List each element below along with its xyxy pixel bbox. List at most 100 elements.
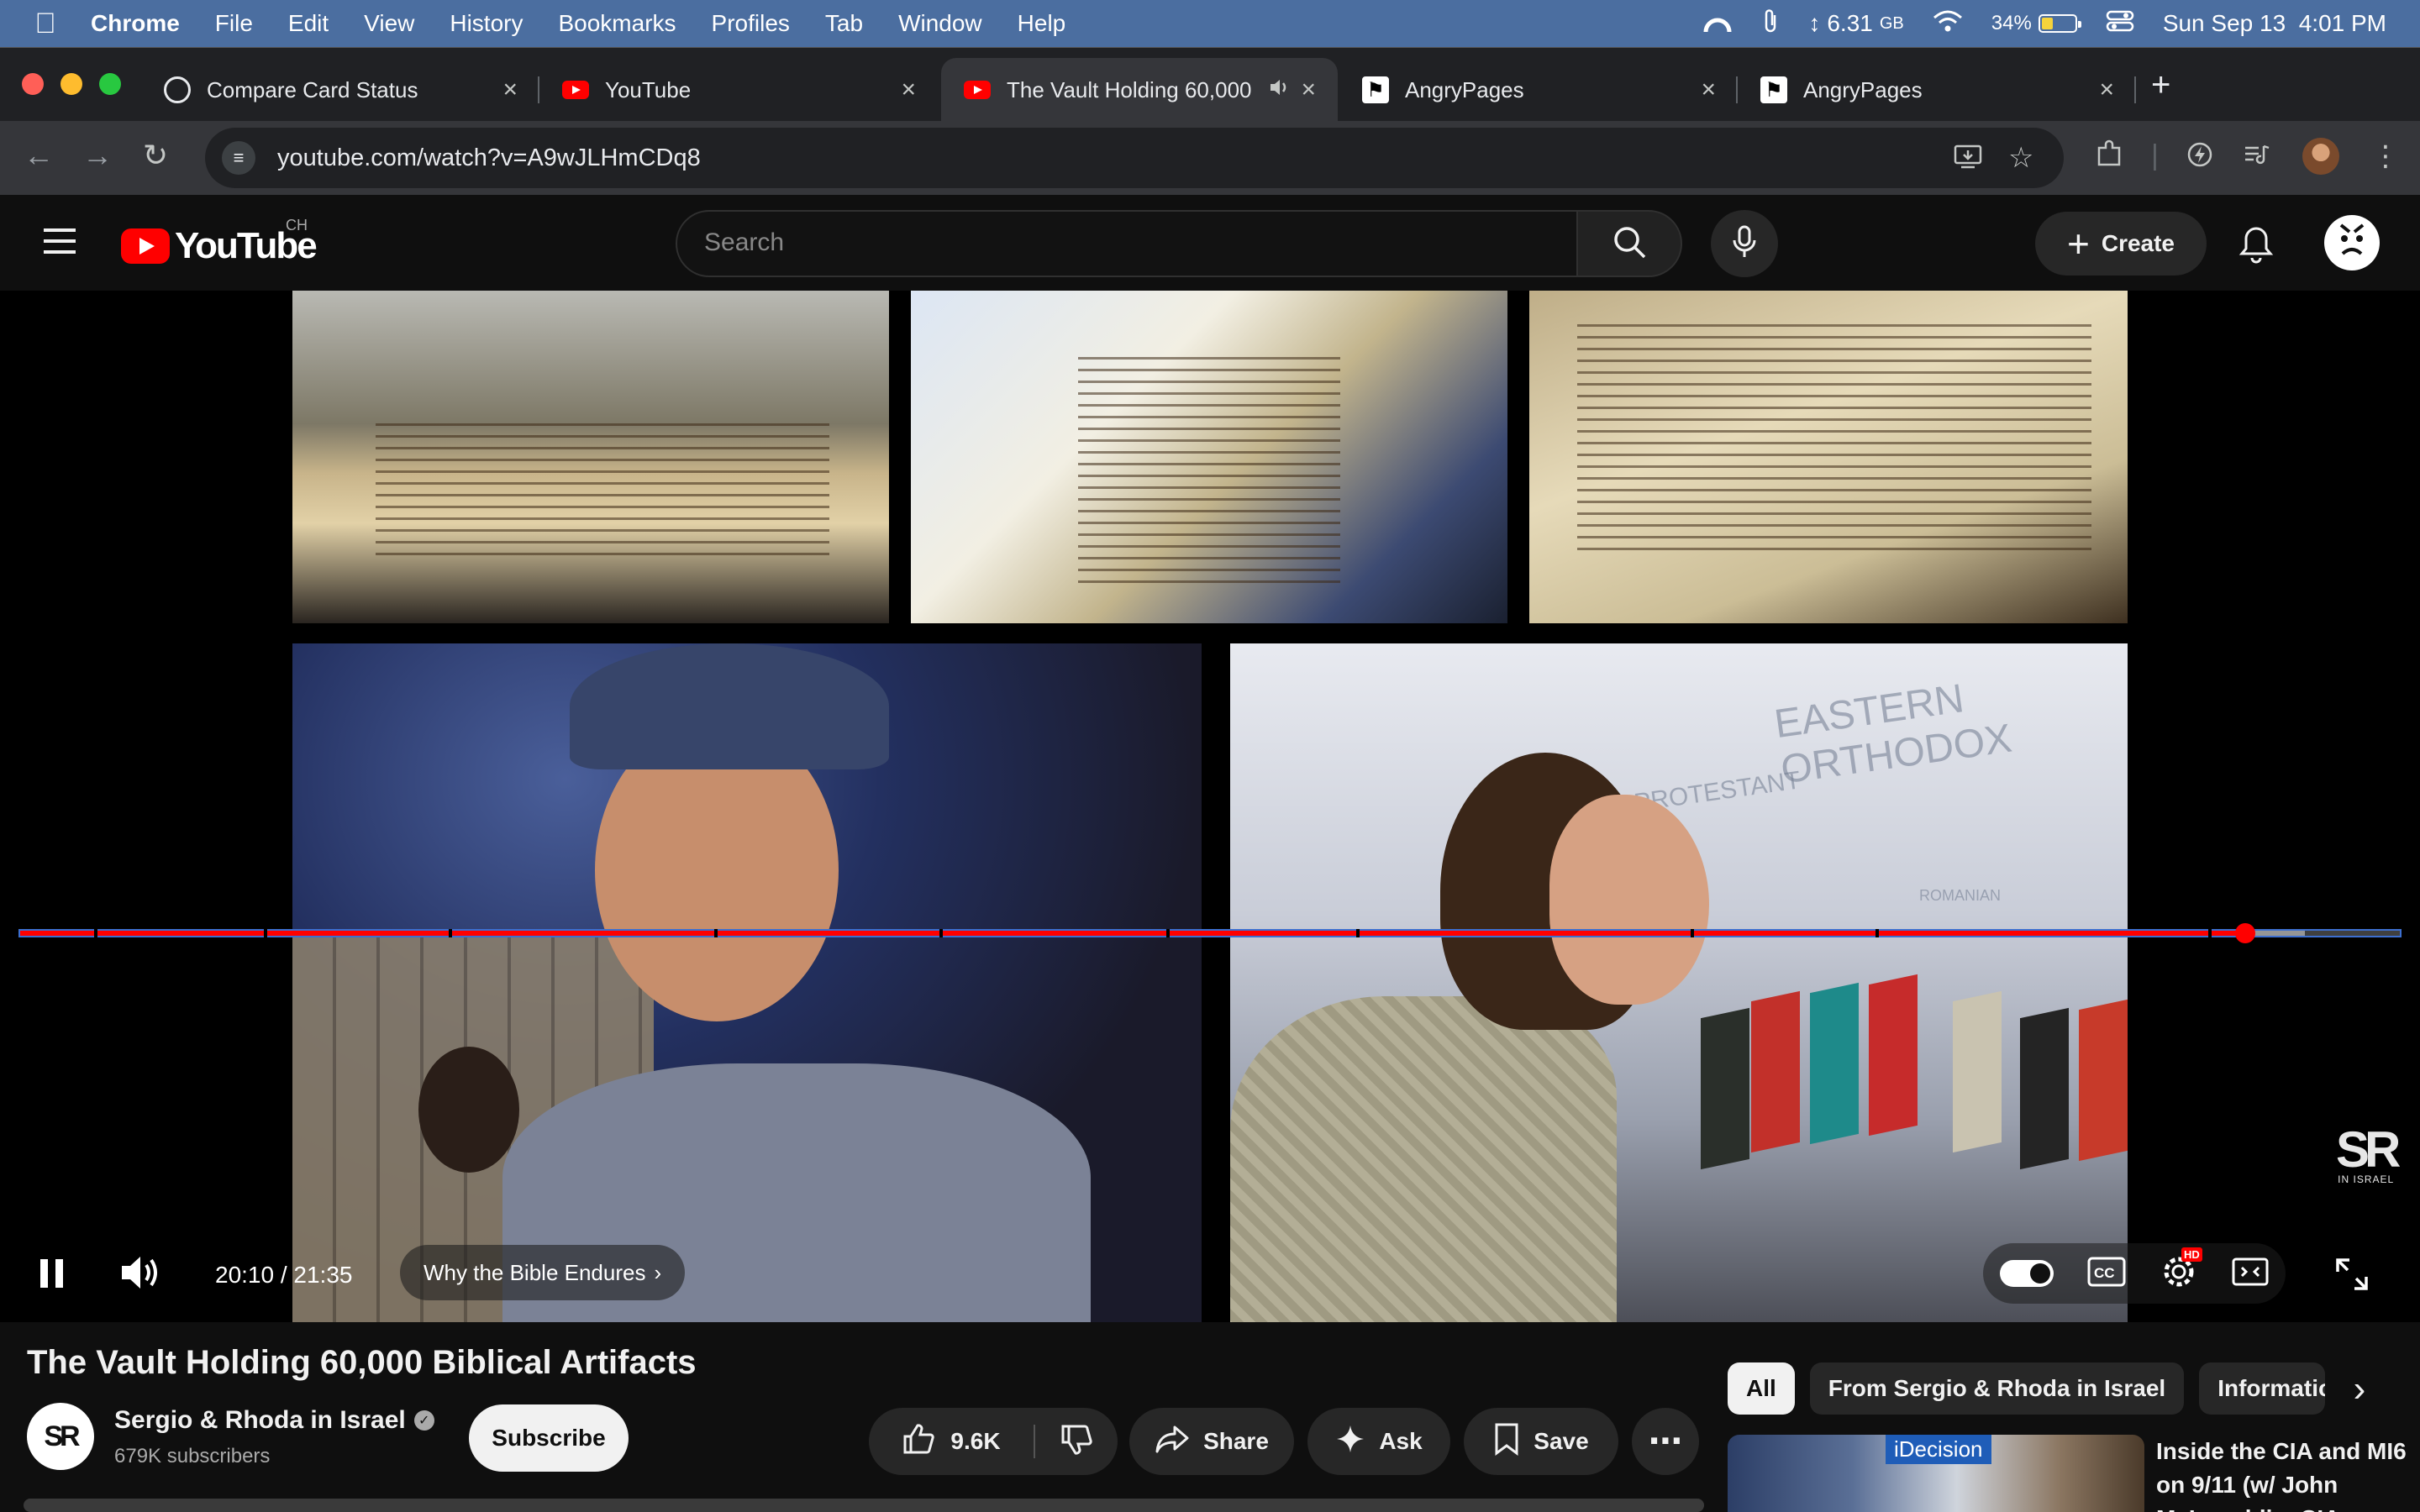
- chapter-title-button[interactable]: Why the Bible Endures ›: [400, 1245, 686, 1300]
- like-button[interactable]: 9.6K: [869, 1408, 1034, 1475]
- share-button[interactable]: Share: [1129, 1408, 1294, 1475]
- right-controls: CC HD: [1983, 1243, 2286, 1304]
- menu-file[interactable]: File: [215, 10, 253, 37]
- tab-youtube[interactable]: YouTube ×: [539, 58, 938, 122]
- chip-from-channel[interactable]: From Sergio & Rhoda in Israel: [1809, 1362, 2185, 1415]
- menu-app-chrome[interactable]: Chrome: [91, 10, 180, 37]
- url-text[interactable]: youtube.com/watch?v=A9wJLHmCDq8: [277, 144, 701, 172]
- tab-angrypages-2[interactable]: ⚑ AngryPages ×: [1738, 58, 2136, 122]
- chrome-menu-icon[interactable]: ⋮: [2371, 139, 2400, 173]
- ask-button[interactable]: Ask: [1307, 1408, 1450, 1475]
- menu-window[interactable]: Window: [898, 10, 982, 37]
- search-box[interactable]: [676, 210, 1578, 277]
- arc-icon[interactable]: [1702, 8, 1733, 39]
- channel-name-link[interactable]: Sergio & Rhoda in Israel ✓: [114, 1406, 434, 1435]
- scrubber-handle[interactable]: [2234, 923, 2255, 943]
- youtube-play-logo-icon: [121, 228, 170, 264]
- memory-indicator[interactable]: ↕ 6.31 GB: [1808, 10, 1903, 37]
- tab-angrypages-1[interactable]: ⚑ AngryPages ×: [1339, 58, 1738, 122]
- close-window-button[interactable]: [22, 73, 44, 95]
- menu-profiles[interactable]: Profiles: [712, 10, 790, 37]
- guide-menu-icon[interactable]: [44, 228, 76, 254]
- fullscreen-icon[interactable]: [2334, 1257, 2370, 1296]
- ask-label: Ask: [1379, 1428, 1423, 1454]
- menu-tab[interactable]: Tab: [825, 10, 863, 37]
- minimize-window-button[interactable]: [60, 73, 82, 95]
- forward-arrow-icon[interactable]: →: [82, 138, 113, 173]
- new-tab-button[interactable]: +: [2151, 66, 2170, 104]
- create-button[interactable]: + Create: [2035, 212, 2207, 276]
- account-avatar[interactable]: [2324, 215, 2380, 270]
- channel-avatar[interactable]: SR: [27, 1403, 94, 1470]
- control-center-icon[interactable]: [2106, 9, 2134, 39]
- menu-history[interactable]: History: [450, 10, 523, 37]
- video-player[interactable]: EASTERN ORTHODOX PROTESTANT ROMANIAN SR …: [0, 291, 2420, 1322]
- chip-information[interactable]: Informatio: [2199, 1362, 2326, 1415]
- tab-compare-card-status[interactable]: Compare Card Status ×: [141, 58, 539, 122]
- video-frame-torah-scroll: [292, 291, 889, 623]
- menu-help[interactable]: Help: [1018, 10, 1066, 37]
- chapter-marker: [94, 929, 97, 937]
- recommended-video-title[interactable]: Inside the CIA and MI6 on 9/11 (w/ John …: [2156, 1435, 2408, 1512]
- dislike-button[interactable]: [1035, 1408, 1118, 1475]
- back-arrow-icon[interactable]: ←: [24, 138, 54, 173]
- menubar-clock[interactable]: Sun Sep 13 4:01 PM: [2163, 10, 2386, 37]
- reload-icon[interactable]: ↻: [143, 138, 168, 173]
- search-input[interactable]: [704, 228, 1460, 257]
- volume-icon[interactable]: [119, 1253, 163, 1296]
- recommended-video-thumbnail[interactable]: iDecision: [1728, 1435, 2144, 1512]
- menu-edit[interactable]: Edit: [288, 10, 329, 37]
- settings-gear-icon[interactable]: HD: [2160, 1247, 2202, 1295]
- macos-menu-bar:  Chrome File Edit View History Bookmark…: [0, 0, 2420, 47]
- paperclip-icon[interactable]: [1761, 7, 1780, 41]
- chapter-marker: [1876, 929, 1879, 937]
- close-tab-icon[interactable]: ×: [1701, 76, 1716, 104]
- search-button[interactable]: [1576, 210, 1682, 277]
- chapter-marker: [939, 929, 943, 937]
- more-actions-icon[interactable]: ⋯: [1632, 1408, 1699, 1475]
- subscribe-button[interactable]: Subscribe: [469, 1404, 629, 1472]
- notifications-bell-icon[interactable]: [2238, 225, 2274, 268]
- horizontal-scrollbar[interactable]: [24, 1499, 1704, 1512]
- wifi-icon[interactable]: [1933, 9, 1963, 39]
- menu-bookmarks[interactable]: Bookmarks: [558, 10, 676, 37]
- apple-menu-icon[interactable]: : [0, 8, 91, 40]
- menu-view[interactable]: View: [364, 10, 414, 37]
- chevron-right-icon[interactable]: ›: [2334, 1364, 2385, 1415]
- close-tab-icon[interactable]: ×: [2099, 76, 2114, 104]
- battery-indicator[interactable]: 34%: [1991, 12, 2081, 35]
- tab-the-vault-active[interactable]: The Vault Holding 60,000 ×: [941, 58, 1338, 122]
- media-controls-icon[interactable]: [2242, 139, 2272, 177]
- theater-mode-icon[interactable]: [2232, 1257, 2269, 1290]
- youtube-icon: [963, 76, 992, 104]
- captions-icon[interactable]: CC: [2087, 1257, 2126, 1291]
- speaker-icon[interactable]: [1269, 77, 1291, 103]
- voice-search-button[interactable]: [1711, 210, 1778, 277]
- chapter-marker: [2208, 929, 2212, 937]
- angrypages-icon: ⚑: [1361, 76, 1390, 104]
- zoom-window-button[interactable]: [99, 73, 121, 95]
- bookmark-icon: [1493, 1422, 1520, 1462]
- like-count: 9.6K: [950, 1428, 1001, 1454]
- youtube-logo[interactable]: YouTube CH: [121, 217, 318, 267]
- save-label: Save: [1534, 1428, 1589, 1454]
- profile-avatar[interactable]: [2302, 138, 2339, 175]
- channel-watermark[interactable]: SR IN ISRAEL: [2336, 1121, 2401, 1185]
- site-settings-icon[interactable]: ≡: [222, 141, 255, 175]
- progress-bar[interactable]: [18, 923, 2402, 943]
- close-tab-icon[interactable]: ×: [502, 76, 518, 104]
- address-bar[interactable]: ≡ youtube.com/watch?v=A9wJLHmCDq8 ☆: [205, 128, 2064, 188]
- pause-button[interactable]: [37, 1257, 67, 1294]
- save-button[interactable]: Save: [1464, 1408, 1618, 1475]
- bookmark-star-icon[interactable]: ☆: [2008, 141, 2033, 175]
- install-app-icon[interactable]: [1953, 141, 1983, 179]
- chapter-marker: [714, 929, 718, 937]
- chip-all[interactable]: All: [1728, 1362, 1795, 1415]
- autoplay-toggle[interactable]: [2000, 1260, 2054, 1287]
- extensions-icon[interactable]: [2094, 139, 2124, 177]
- close-tab-icon[interactable]: ×: [901, 76, 916, 104]
- watermark-letters: SR: [2336, 1121, 2401, 1178]
- battery-percent: 34%: [1991, 12, 2032, 34]
- extension-bolt-icon[interactable]: [2185, 139, 2215, 177]
- close-tab-icon[interactable]: ×: [1301, 76, 1316, 104]
